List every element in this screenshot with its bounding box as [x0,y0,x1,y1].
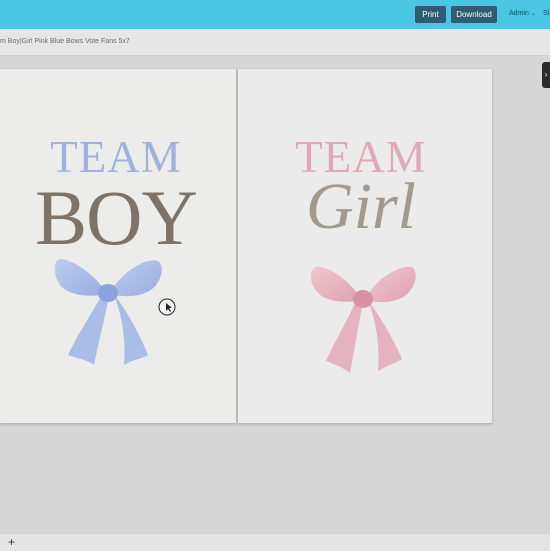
chevron-down-icon: ⌄ [530,11,536,17]
pink-bow-icon [310,266,416,373]
admin-menu[interactable]: Admin ⌄ [509,10,536,17]
top-toolbar: Print Download Admin ⌄ Sl [0,0,550,29]
plus-icon: + [8,535,16,549]
cursor-icon [158,298,176,316]
download-button[interactable]: Download [451,6,497,23]
girl-word-text: Girl [305,170,417,243]
boy-word-text: BOY [35,174,198,261]
bottom-bar: + [0,533,550,551]
chevron-right-icon: › [544,70,548,79]
side-panel-toggle[interactable]: › [542,62,550,88]
page-team-boy[interactable]: TEAM BOY [0,69,236,423]
add-page-button[interactable]: + [8,535,15,549]
document-title: m Boy|Girl Pink Blue Bows Vote Fans 5x7 [0,38,130,45]
document-bar: m Boy|Girl Pink Blue Bows Vote Fans 5x7 [0,29,550,56]
share-menu[interactable]: Sl [543,10,549,17]
blue-bow-icon [54,259,162,365]
print-button[interactable]: Print [415,6,446,23]
page-team-girl[interactable]: TEAM Girl [238,69,492,423]
admin-menu-label: Admin [509,10,529,17]
